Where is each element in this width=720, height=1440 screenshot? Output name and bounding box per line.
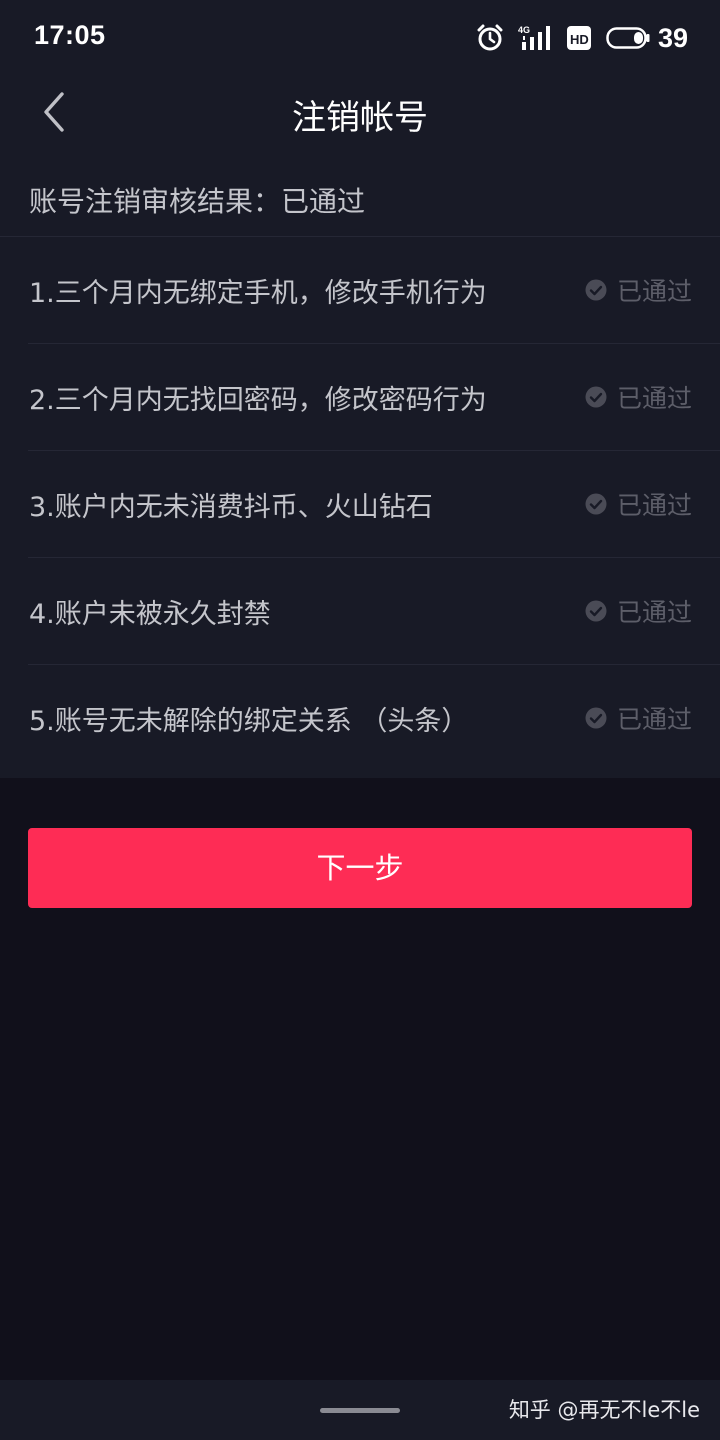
nav-bar: 注销帐号 bbox=[0, 76, 720, 150]
battery-icon bbox=[606, 27, 650, 49]
check-circle-icon bbox=[585, 707, 607, 729]
svg-text:4G: 4G bbox=[518, 25, 530, 35]
status-time: 17:05 bbox=[34, 20, 106, 50]
check-item-status: 已通过 bbox=[585, 272, 692, 308]
check-item: 5.账号无未解除的绑定关系 （头条） 已通过 bbox=[0, 665, 720, 772]
check-circle-icon bbox=[585, 279, 607, 301]
check-item-status-text: 已通过 bbox=[616, 491, 692, 520]
check-item-status-text: 已通过 bbox=[616, 705, 692, 734]
alarm-icon bbox=[477, 24, 503, 51]
check-item: 1.三个月内无绑定手机，修改手机行为 已通过 bbox=[0, 237, 720, 344]
check-circle-icon bbox=[585, 493, 607, 515]
check-item-label: 1.三个月内无绑定手机，修改手机行为 bbox=[29, 278, 487, 309]
check-circle-icon bbox=[585, 600, 607, 622]
bottom-navigation-bar: 知乎 @再无不le不le bbox=[0, 1380, 720, 1440]
status-icons: 4G HD 39 bbox=[462, 22, 688, 54]
check-item-status: 已通过 bbox=[585, 593, 692, 629]
check-item-label: 4.账户未被永久封禁 bbox=[29, 599, 271, 630]
review-result-summary: 账号注销审核结果：已通过 bbox=[29, 185, 366, 218]
svg-text:HD: HD bbox=[570, 32, 589, 47]
check-item-label: 5.账号无未解除的绑定关系 （头条） bbox=[29, 706, 469, 737]
check-item-status: 已通过 bbox=[585, 486, 692, 522]
next-step-button[interactable]: 下一步 bbox=[28, 828, 692, 908]
check-item-status-text: 已通过 bbox=[616, 598, 692, 627]
status-bar: 17:05 4G HD 39 bbox=[0, 0, 720, 76]
check-item-status-text: 已通过 bbox=[616, 384, 692, 413]
watermark: 知乎 @再无不le不le bbox=[508, 1398, 700, 1422]
check-item-label: 2.三个月内无找回密码，修改密码行为 bbox=[29, 385, 487, 416]
check-circle-icon bbox=[585, 386, 607, 408]
check-item-label: 3.账户内无未消费抖币、火山钻石 bbox=[29, 492, 433, 523]
check-item: 3.账户内无未消费抖币、火山钻石 已通过 bbox=[0, 451, 720, 558]
battery-level: 39 bbox=[657, 22, 688, 53]
check-item-status: 已通过 bbox=[585, 700, 692, 736]
check-item-status-text: 已通过 bbox=[616, 277, 692, 306]
hd-icon: HD bbox=[566, 26, 591, 50]
home-indicator[interactable] bbox=[320, 1408, 400, 1413]
check-item-status: 已通过 bbox=[585, 379, 692, 415]
check-item: 4.账户未被永久封禁 已通过 bbox=[0, 558, 720, 665]
check-list: 1.三个月内无绑定手机，修改手机行为 已通过 2.三个月内无找回密码，修改密码行… bbox=[0, 237, 720, 772]
signal-4g-icon: 4G bbox=[518, 25, 550, 50]
check-item: 2.三个月内无找回密码，修改密码行为 已通过 bbox=[0, 344, 720, 451]
page-title: 注销帐号 bbox=[292, 98, 428, 138]
